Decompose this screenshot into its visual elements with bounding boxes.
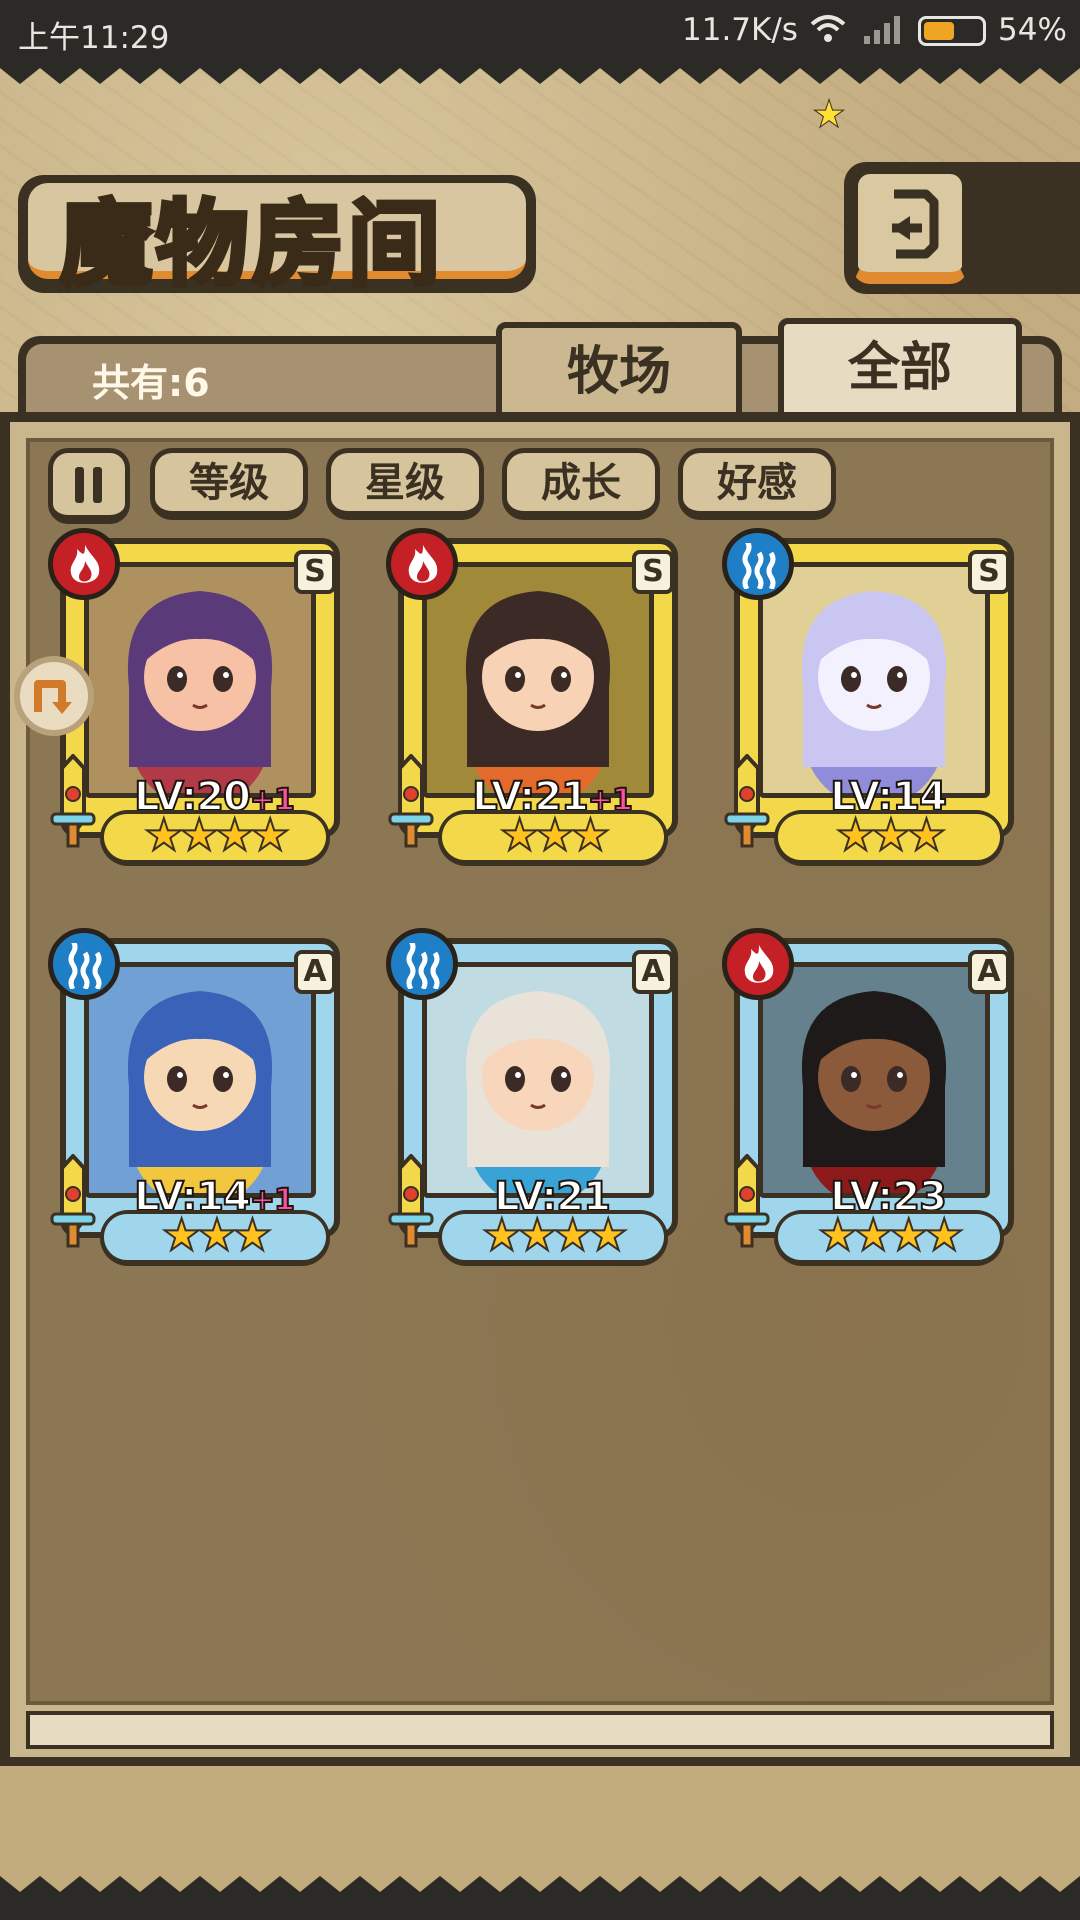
- signal-icon: [864, 16, 900, 44]
- torn-edge-top: [0, 60, 1080, 84]
- rank-badge: S: [632, 550, 674, 594]
- water-element-icon: [406, 943, 440, 989]
- side-arrow-button[interactable]: [14, 656, 94, 736]
- status-time: 上午11:29: [18, 20, 170, 56]
- rank-badge: A: [294, 950, 336, 994]
- monster-portrait: [422, 562, 654, 798]
- battery-icon: [918, 16, 986, 46]
- sort-growth-button[interactable]: 成长: [502, 448, 660, 520]
- sword-icon: [50, 754, 96, 848]
- monster-portrait: [84, 962, 316, 1198]
- page-title: 魔物房间: [57, 188, 445, 301]
- rank-badge: A: [632, 950, 674, 994]
- sword-icon: [388, 1154, 434, 1248]
- star-icons: ★★★: [835, 810, 947, 861]
- monster-card[interactable]: S LV:21+1 ★★★: [386, 528, 686, 868]
- water-element-icon: [68, 943, 102, 989]
- monster-portrait: [758, 562, 990, 798]
- sword-icon: [50, 1154, 96, 1248]
- star-rating: ★★★: [774, 810, 1004, 866]
- rank-badge: A: [968, 950, 1010, 994]
- monster-card[interactable]: S LV:14 ★★★: [722, 528, 1022, 868]
- panel-bottom-bar: [26, 1711, 1054, 1749]
- monster-portrait: [758, 962, 990, 1198]
- sort-level-button[interactable]: 等级: [150, 448, 308, 520]
- network-speed: 11.7K/s: [682, 12, 798, 48]
- star-rating: ★★★★: [774, 1210, 1004, 1266]
- star-icons: ★★★★: [143, 810, 291, 861]
- monster-count: 共有:6: [92, 361, 210, 405]
- monster-portrait: [422, 962, 654, 1198]
- fire-element-badge: [722, 928, 794, 1000]
- battery-fill: [924, 22, 955, 40]
- star-rating: ★★★: [438, 810, 668, 866]
- tab-ranch[interactable]: 牧场: [496, 322, 742, 422]
- footer-map-strip: [0, 1766, 1080, 1920]
- fire-element-icon: [70, 545, 100, 583]
- wifi-icon: [810, 15, 846, 42]
- monster-portrait: [84, 562, 316, 798]
- star-rating: ★★★★: [100, 810, 330, 866]
- status-bar: 上午11:29 11.7K/s 54%: [0, 0, 1080, 62]
- star-icons: ★★★★: [481, 1210, 629, 1261]
- star-icons: ★★★★: [817, 1210, 965, 1261]
- star-icon: ★: [811, 92, 847, 137]
- star-icons: ★★★: [161, 1210, 273, 1261]
- sword-icon: [724, 754, 770, 848]
- fire-element-badge: [386, 528, 458, 600]
- sword-icon: [388, 754, 434, 848]
- back-button[interactable]: [852, 168, 968, 284]
- arrow-icon: [34, 680, 72, 714]
- rank-badge: S: [294, 550, 336, 594]
- sort-star-button[interactable]: 星级: [326, 448, 484, 520]
- star-rating: ★★★: [100, 1210, 330, 1266]
- star-icons: ★★★: [499, 810, 611, 861]
- sort-order-toggle[interactable]: [48, 448, 130, 524]
- monster-card[interactable]: A LV:23 ★★★★: [722, 928, 1022, 1268]
- water-element-badge: [48, 928, 120, 1000]
- sword-icon: [724, 1154, 770, 1248]
- monster-card[interactable]: A LV:21 ★★★★: [386, 928, 686, 1268]
- fire-element-icon: [744, 945, 774, 983]
- sort-affection-button[interactable]: 好感: [678, 448, 836, 520]
- pause-icon: [75, 467, 84, 503]
- water-element-badge: [386, 928, 458, 1000]
- water-element-icon: [742, 543, 776, 589]
- water-element-badge: [722, 528, 794, 600]
- rank-badge: S: [968, 550, 1010, 594]
- battery-percent: 54%: [998, 12, 1067, 48]
- return-arrow-icon: [892, 189, 939, 259]
- star-rating: ★★★★: [438, 1210, 668, 1266]
- fire-element-icon: [408, 545, 438, 583]
- monster-card[interactable]: A LV:14+1 ★★★: [48, 928, 348, 1268]
- fire-element-badge: [48, 528, 120, 600]
